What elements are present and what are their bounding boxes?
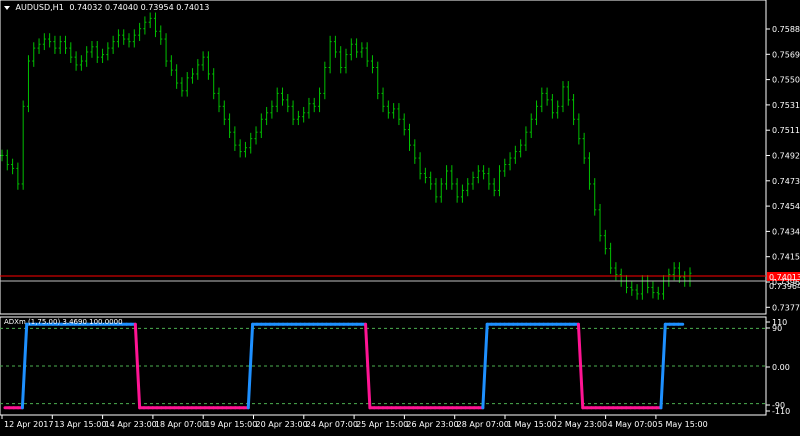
- price-tick-label: 0.74734: [772, 177, 800, 186]
- price-tick-label: 0.75314: [772, 101, 800, 110]
- time-tick-label: 18 Apr 07:00: [155, 420, 207, 429]
- indicator-levels: [0, 327, 766, 405]
- time-tick-label: 14 Apr 23:00: [105, 420, 157, 429]
- time-tick-label: 1 May 15:00: [507, 420, 557, 429]
- price-panel-frame: [0, 0, 767, 315]
- price-bars: [0, 12, 692, 300]
- price-tick-label: 0.74544: [772, 202, 800, 211]
- time-tick-label: 2 May 23:00: [557, 420, 607, 429]
- price-tick-label: 0.74159: [772, 253, 800, 262]
- price-tick-label: 0.73964: [772, 278, 800, 287]
- symbol-timeframe: AUDUSD,H1: [15, 3, 64, 12]
- price-tick-label: 0.75694: [772, 50, 800, 59]
- indicator-label: ADXm (1,75.00) 3.4690 100.0000: [4, 318, 123, 326]
- price-lines: 0.740130.73964: [0, 272, 800, 291]
- price-tick-label: 0.75889: [772, 25, 800, 34]
- chart-window[interactable]: 0.740130.73964 0.758890.756940.755040.75…: [0, 0, 800, 432]
- indicator-tick-label: 90: [772, 324, 782, 333]
- chart-header: AUDUSD,H1 0.74032 0.74040 0.73954 0.7401…: [4, 3, 209, 12]
- ohlc-values: 0.74032 0.74040 0.73954 0.74013: [69, 3, 210, 12]
- price-axis: 0.75889 0.75694 0.75504 0.75314 0.75119 0.749…: [766, 25, 800, 312]
- time-tick-label: 28 Apr 07:00: [457, 420, 509, 429]
- chart-canvas[interactable]: 0.740130.73964 0.758890.756940.755040.75…: [0, 0, 800, 432]
- indicator-tick-label: 0.00: [772, 363, 790, 372]
- time-axis: 12 Apr 2017 13 Apr 15:0014 Apr 23:0018 Ap…: [1, 415, 708, 429]
- time-tick-label: 26 Apr 23:00: [406, 420, 458, 429]
- time-tick-label: 24 Apr 07:00: [306, 420, 358, 429]
- indicator-tick-label: -110: [772, 407, 790, 416]
- price-tick-label: 0.73774: [772, 303, 800, 312]
- time-tick-label: 20 Apr 23:00: [256, 420, 308, 429]
- price-tick-label: 0.74349: [772, 227, 800, 236]
- time-tick-label: 4 May 07:00: [608, 420, 658, 429]
- price-tick-label: 0.75504: [772, 76, 800, 85]
- indicator-axis: 110900.00-90-110: [766, 318, 790, 416]
- time-tick-label: 19 Apr 15:00: [205, 420, 257, 429]
- price-tick-label: 0.75119: [772, 126, 800, 135]
- triangle-down-icon[interactable]: [4, 5, 10, 10]
- time-tick-label: 5 May 15:00: [658, 420, 708, 429]
- time-tick-label: 12 Apr 2017: [4, 420, 53, 429]
- time-tick-label: 25 Apr 15:00: [356, 420, 408, 429]
- time-tick-label: 13 Apr 15:00: [54, 420, 106, 429]
- price-tick-label: 0.74929: [772, 152, 800, 161]
- indicator-header: ADXm (1,75.00) 3.4690 100.0000: [4, 318, 123, 326]
